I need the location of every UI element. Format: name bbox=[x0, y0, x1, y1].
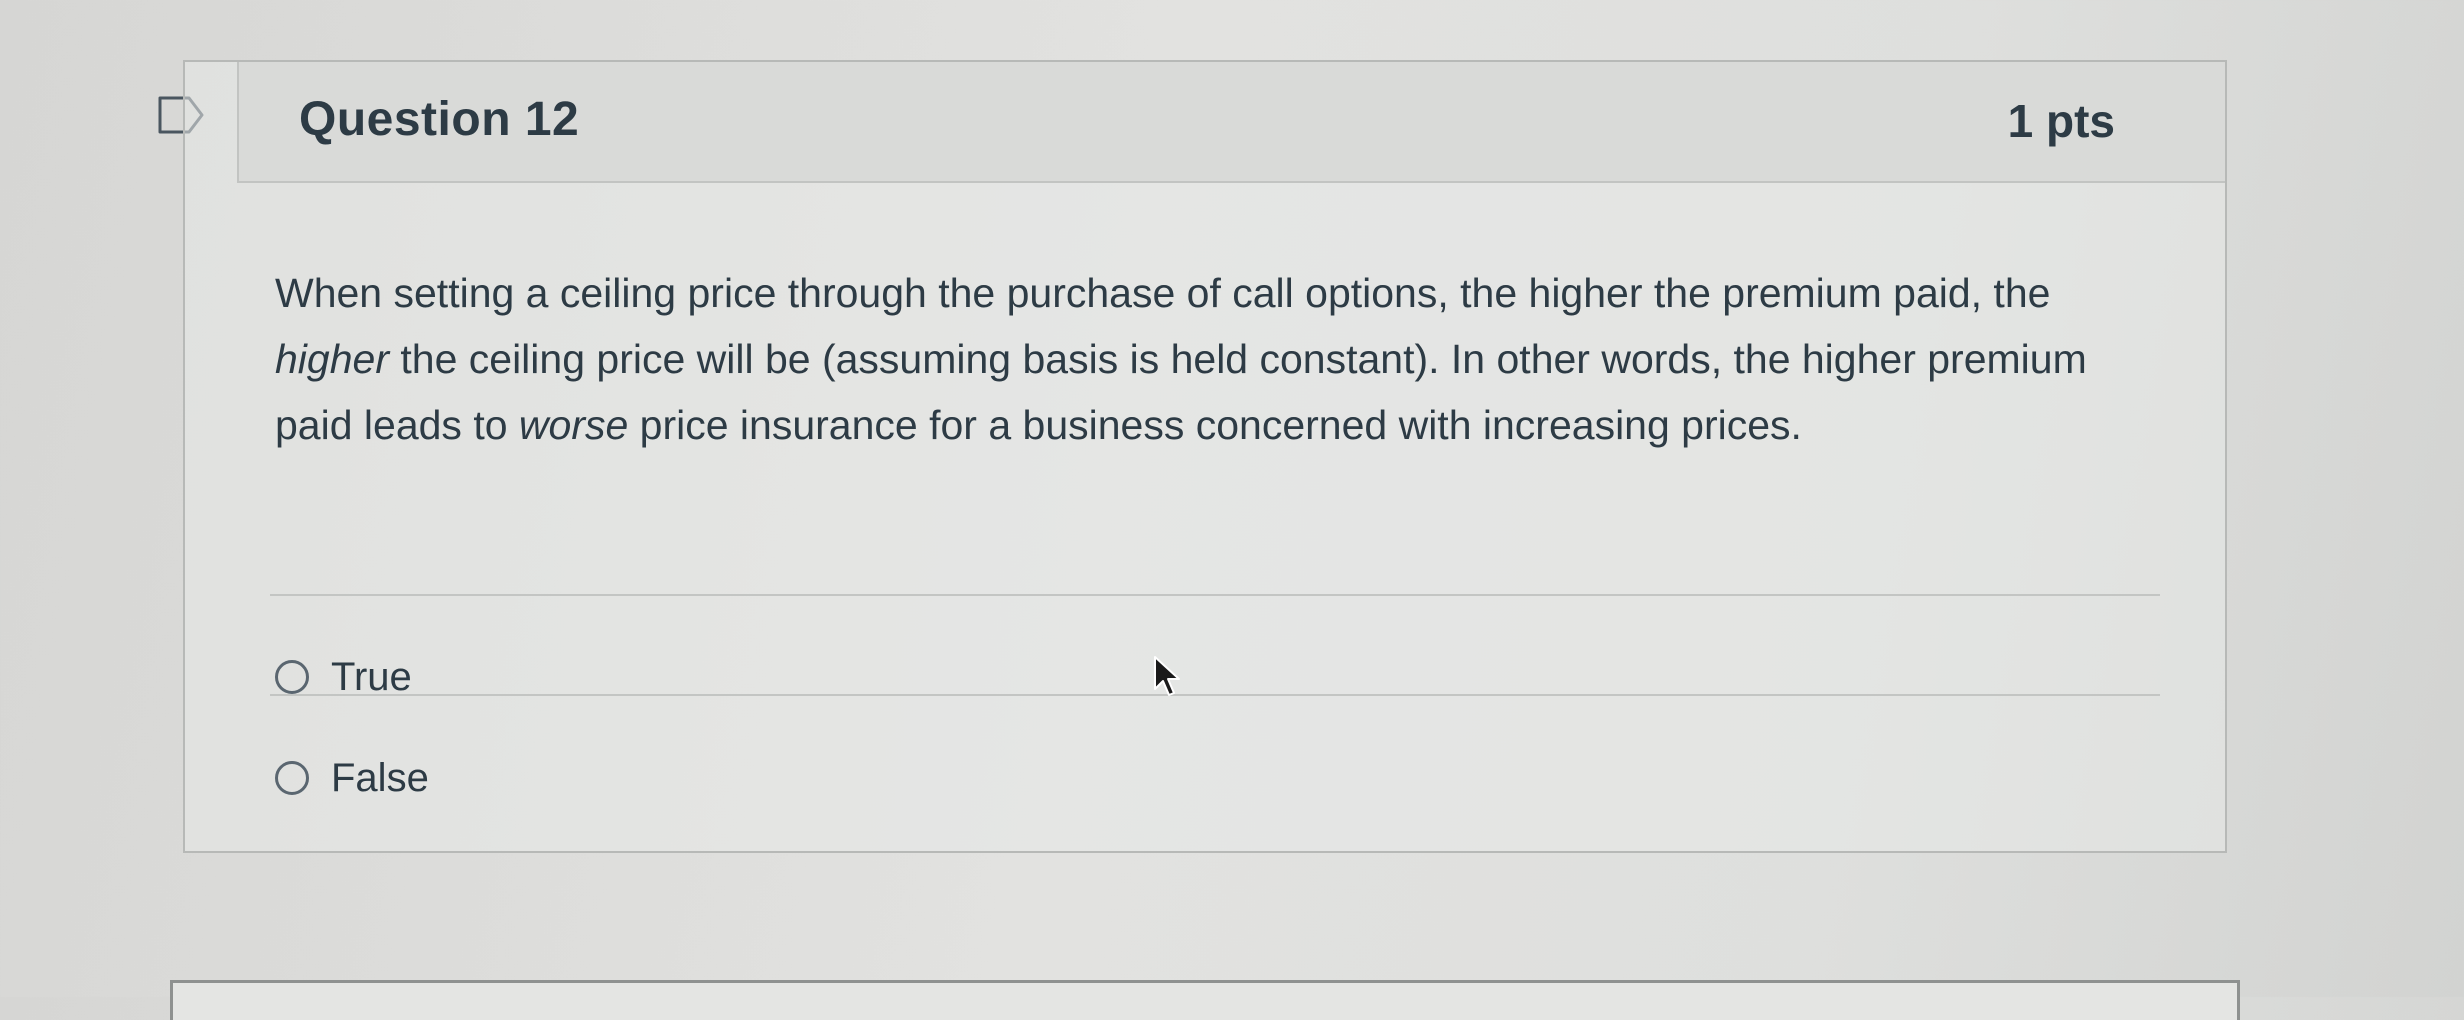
question-text-emphasis: higher bbox=[275, 336, 389, 382]
answer-label-false: False bbox=[331, 755, 429, 800]
question-text: When setting a ceiling price through the… bbox=[275, 260, 2175, 458]
question-text-emphasis: worse bbox=[518, 402, 629, 448]
radio-button-false[interactable] bbox=[275, 761, 309, 795]
answer-option-false[interactable]: False bbox=[275, 748, 429, 808]
answer-divider bbox=[270, 594, 2160, 596]
radio-button-true[interactable] bbox=[275, 660, 309, 694]
question-points: 1 pts bbox=[2007, 95, 2115, 147]
question-header: Question 12 1 pts bbox=[237, 62, 2225, 183]
next-question-card bbox=[170, 980, 2240, 1020]
mouse-pointer-icon bbox=[1154, 656, 1180, 696]
answer-label-true: True bbox=[331, 654, 412, 699]
answer-option-true[interactable]: True bbox=[275, 647, 412, 707]
question-title: Question 12 bbox=[299, 93, 580, 146]
question-text-part: When setting a ceiling price through the… bbox=[275, 270, 2051, 316]
question-card: Question 12 1 pts When setting a ceiling… bbox=[183, 60, 2227, 853]
question-text-part: price insurance for a business concerned… bbox=[628, 402, 1802, 448]
answer-divider bbox=[270, 694, 2160, 696]
